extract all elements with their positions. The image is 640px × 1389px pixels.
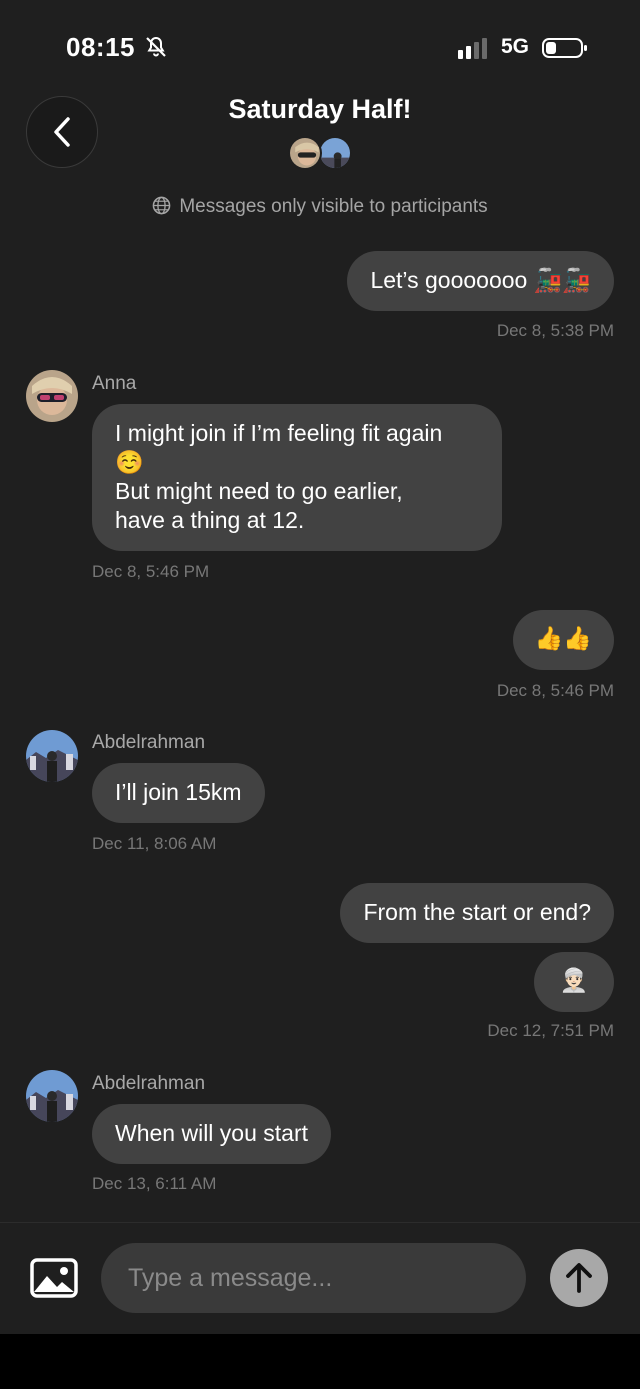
avatar-anna[interactable] [26, 370, 78, 422]
message-timestamp: Dec 13, 6:11 AM [92, 1174, 217, 1193]
message-bubble-incoming[interactable]: When will you start [92, 1104, 332, 1164]
arrow-up-icon [566, 1263, 592, 1293]
message-bubble-outgoing[interactable]: From the start or end? [340, 883, 614, 943]
battery-icon [542, 38, 587, 58]
message-text: Let’s gooooooo 🚂🚂 [370, 267, 591, 293]
participant-avatar-anna[interactable] [288, 136, 322, 170]
privacy-note: Messages only visible to participants [0, 196, 640, 218]
message-text-line: I might join if I’m feeling fit again [115, 420, 443, 446]
message-bubble-incoming[interactable]: I’ll join 15km [92, 763, 265, 823]
status-time: 08:15 [66, 32, 135, 62]
message-timestamp: Dec 11, 8:06 AM [92, 834, 217, 853]
message-text: When will you start [115, 1120, 309, 1146]
globe-icon [152, 196, 171, 215]
message-timestamp: Dec 8, 5:46 PM [92, 562, 210, 581]
home-indicator-area [0, 1334, 640, 1389]
sender-name: Abdelrahman [92, 732, 206, 753]
network-type: 5G [501, 35, 530, 58]
privacy-note-text: Messages only visible to participants [179, 196, 488, 217]
participant-avatar-abdelrahman[interactable] [318, 136, 352, 170]
message-text: I’ll join 15km [115, 779, 242, 805]
message-bubble-outgoing[interactable]: 👍👍 [512, 610, 614, 670]
message-text: 👍👍 [534, 625, 592, 651]
avatar-abdelrahman[interactable] [26, 1070, 78, 1122]
sender-name: Anna [92, 373, 137, 394]
message-timestamp: Dec 8, 5:46 PM [496, 681, 614, 700]
message-text-line: But might need to go earlier, [115, 478, 403, 504]
bell-slash-icon [146, 36, 166, 57]
message-bubble-outgoing[interactable]: 👳🏻‍♂️ [534, 952, 614, 1012]
image-icon[interactable] [30, 1258, 78, 1298]
message-input[interactable] [101, 1243, 526, 1313]
message-bubble-incoming[interactable]: I might join if I’m feeling fit again ☺️… [92, 404, 502, 551]
message-text-line: have a thing at 12. [115, 507, 305, 533]
message-timestamp: Dec 12, 7:51 PM [487, 1021, 614, 1040]
signal-icon [458, 38, 487, 59]
message-text-line: ☺️ [115, 449, 144, 475]
conversation-title: Saturday Half! [228, 94, 412, 124]
message-timestamp: Dec 8, 5:38 PM [496, 321, 614, 340]
send-button[interactable] [550, 1249, 608, 1307]
sender-name: Abdelrahman [92, 1073, 206, 1094]
message-text: 👳🏻‍♂️ [559, 967, 589, 993]
message-bubble-outgoing[interactable]: Let’s gooooooo 🚂🚂 [347, 251, 614, 311]
avatar-abdelrahman[interactable] [26, 730, 78, 782]
message-text: From the start or end? [363, 899, 591, 925]
